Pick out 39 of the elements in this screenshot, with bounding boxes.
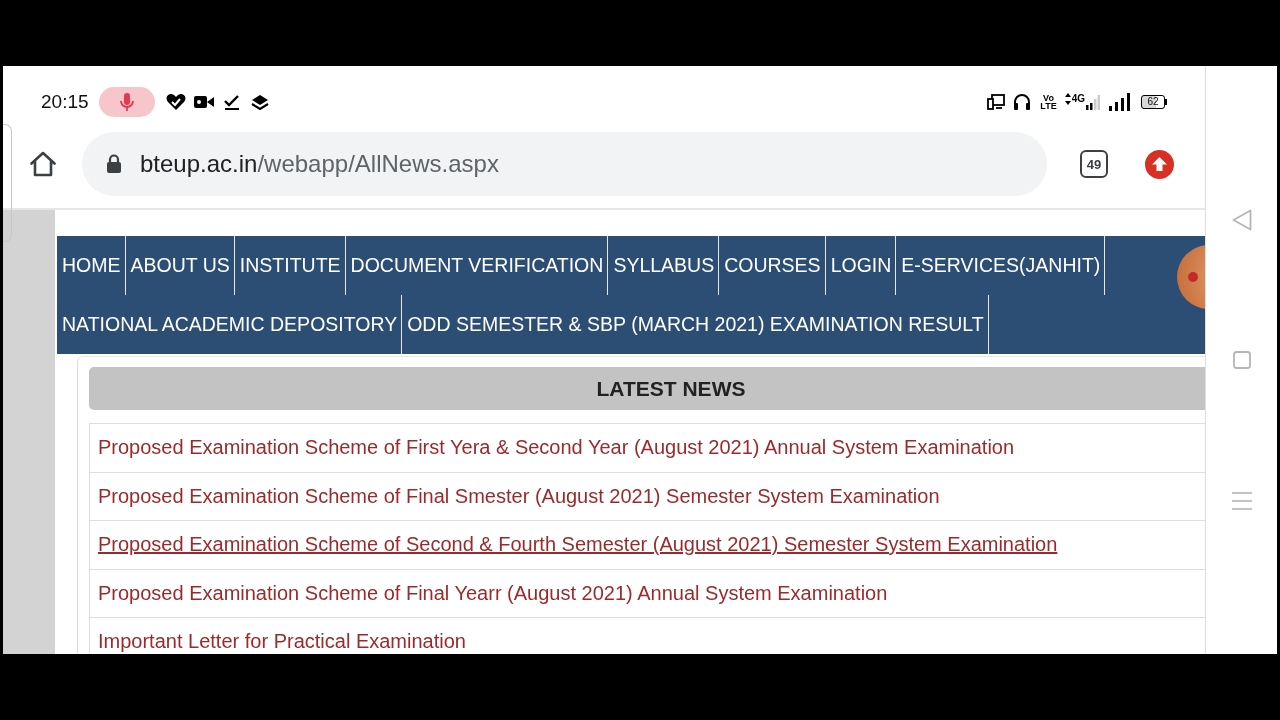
url-text: bteup.ac.in/webapp/AllNews.aspx: [140, 150, 499, 178]
back-icon[interactable]: [1231, 209, 1252, 231]
battery-indicator: 62: [1141, 95, 1167, 109]
address-bar[interactable]: bteup.ac.in/webapp/AllNews.aspx: [82, 132, 1047, 196]
check-mark-icon: [223, 94, 240, 110]
nav-link[interactable]: SYLLABUS: [608, 236, 720, 295]
headphones-icon: [1013, 93, 1032, 111]
tab-count-button[interactable]: 49: [1080, 150, 1108, 178]
data-arrows-icon: [1064, 93, 1071, 105]
news-link[interactable]: Proposed Examination Scheme of Final Yearr (August 2021) Annual System Examination: [98, 569, 888, 617]
nav-link[interactable]: COURSES: [719, 236, 826, 295]
menu-icon[interactable]: [1231, 492, 1252, 510]
volte-label: Vo LTE: [1040, 94, 1057, 110]
nav-link[interactable]: HOME: [57, 236, 126, 295]
signal-icon: [1109, 93, 1131, 111]
microphone-icon: [98, 87, 155, 117]
nav-link[interactable]: INSTITUTE: [234, 236, 346, 295]
home-icon[interactable]: [29, 150, 57, 178]
layers-icon: [250, 93, 269, 111]
news-link[interactable]: Proposed Examination Scheme of Final Smester (August 2021) Semester System Examination: [98, 472, 940, 520]
clock-time: 20:15: [41, 91, 89, 113]
square-icon[interactable]: [1232, 351, 1251, 369]
nav-link[interactable]: DOCUMENT VERIFICATION: [345, 236, 609, 295]
news-link[interactable]: Proposed Examination Scheme of Second & Fourth Semester (August 2021) Semester System Examination: [98, 521, 1058, 569]
lock-icon: [106, 154, 122, 174]
nav-link[interactable]: NATIONAL ACADEMIC DEPOSITORY: [57, 295, 403, 354]
nav-link[interactable]: E-SERVICES(JANHIT): [896, 236, 1106, 295]
network-type-label: 4G: [1071, 92, 1085, 104]
floating-bubble-icon[interactable]: [1177, 245, 1205, 309]
nav-link[interactable]: ABOUT US: [125, 236, 235, 295]
devices-icon: [987, 94, 1006, 110]
nav-link[interactable]: ODD SEMESTER & SBP (MARCH 2021) EXAMINATION RESULT: [402, 295, 989, 354]
latest-news-header: LATEST NEWS: [89, 367, 1205, 410]
edge-handle[interactable]: [3, 124, 12, 242]
signal-icon: [1086, 94, 1100, 110]
video-camera-icon: [193, 95, 214, 109]
nav-link[interactable]: LOGIN: [825, 236, 897, 295]
heart-icon: [165, 93, 186, 111]
news-link[interactable]: Important Letter for Practical Examination: [98, 618, 466, 654]
